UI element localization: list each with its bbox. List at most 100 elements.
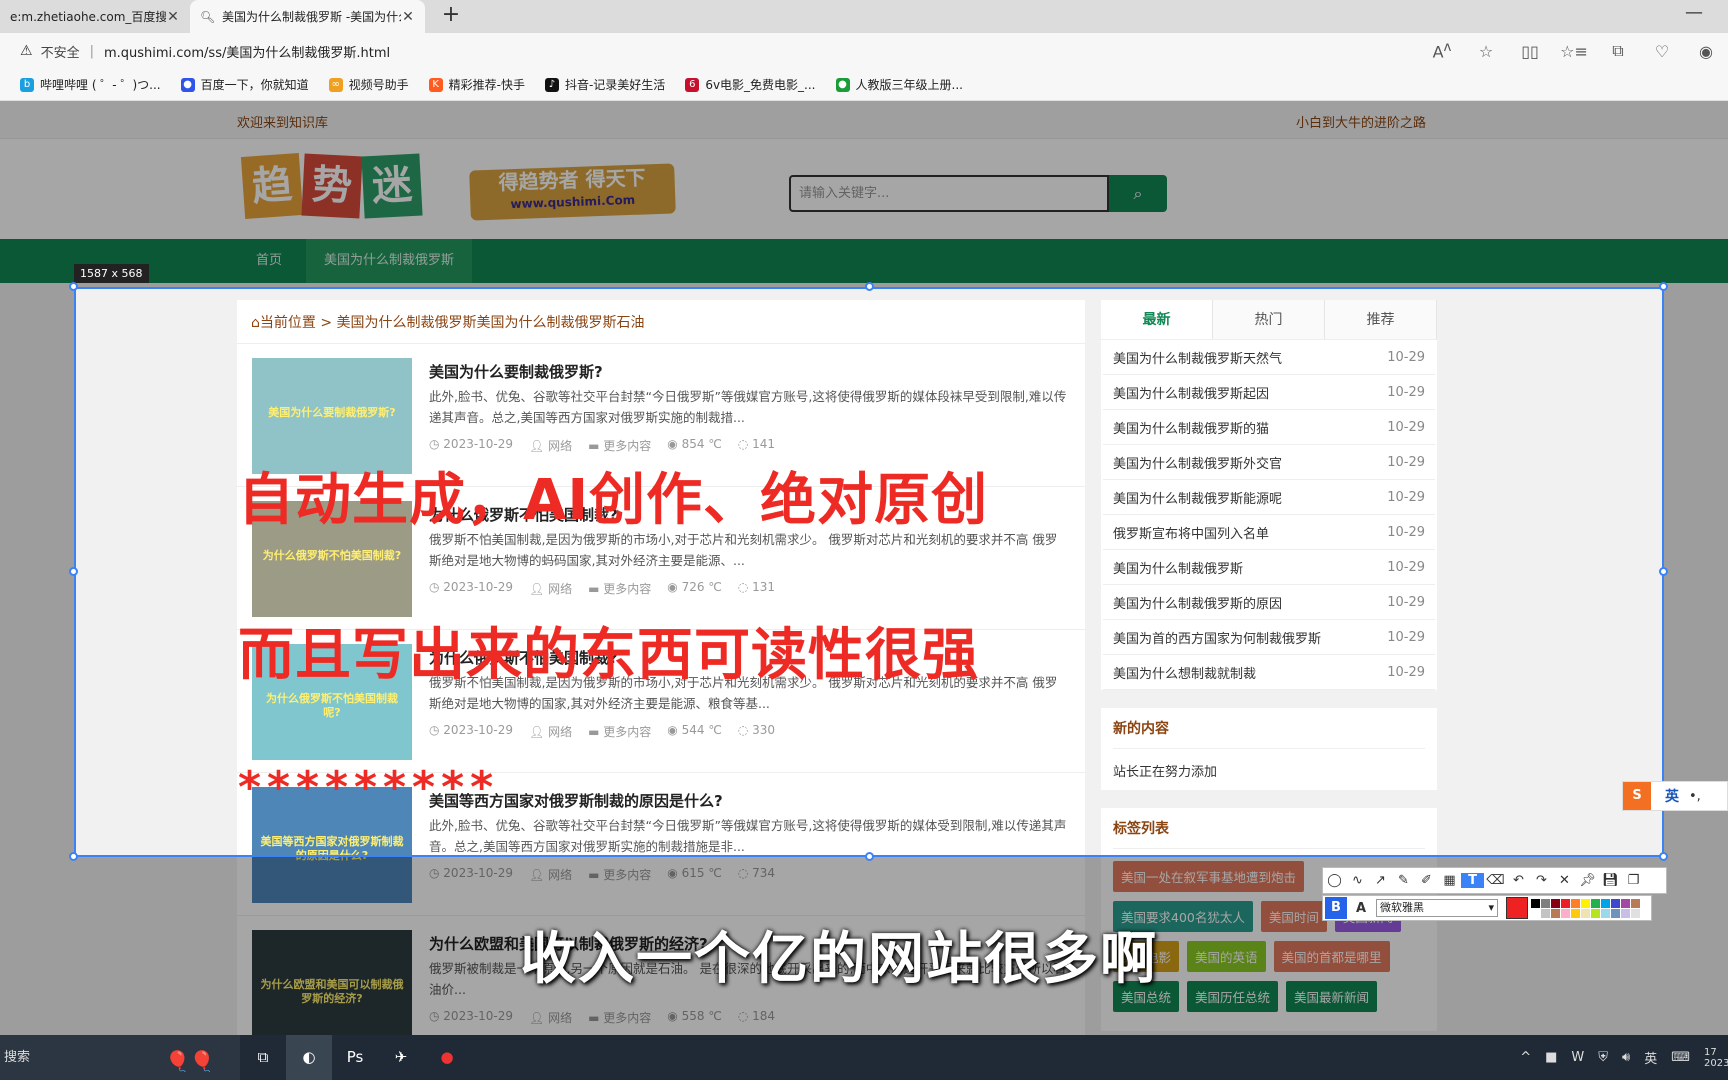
heart-icon[interactable]: ♡	[1640, 42, 1684, 61]
save-icon[interactable]: 💾︎	[1599, 873, 1622, 888]
search-button[interactable]: ⌕	[1109, 175, 1167, 212]
color-swatch[interactable]	[1621, 898, 1630, 908]
bookmark-kuaishou[interactable]: K 精彩推荐-快手	[428, 76, 525, 93]
tag[interactable]: 美国一处在叙军事基地遭到炮击	[1113, 861, 1305, 892]
font-style-button[interactable]: A	[1350, 901, 1372, 916]
copy-icon[interactable]: ❐	[1622, 873, 1645, 888]
highlighter-icon[interactable]: ✐	[1415, 873, 1438, 888]
mosaic-icon[interactable]: ▦	[1438, 873, 1461, 888]
bookmark-baidu[interactable]: ● 百度一下，你就知道	[180, 76, 309, 93]
resize-handle[interactable]	[69, 282, 78, 291]
arrow-tool-icon[interactable]: ↗	[1369, 873, 1392, 888]
resize-handle[interactable]	[1659, 567, 1668, 576]
tag[interactable]: 美国历任总统	[1187, 981, 1279, 1012]
resize-handle[interactable]	[1659, 282, 1668, 291]
color-swatch[interactable]	[1581, 908, 1590, 918]
text-tool-icon[interactable]: T	[1461, 873, 1484, 888]
resize-handle[interactable]	[865, 852, 874, 861]
feishu-icon[interactable]: ✈	[378, 1035, 424, 1080]
color-swatch[interactable]	[1611, 908, 1620, 918]
favorite-star-icon[interactable]: ☆	[1464, 42, 1508, 61]
photoshop-icon[interactable]: Ps	[332, 1035, 378, 1080]
site-logo[interactable]: 趋 势 迷	[240, 153, 423, 219]
warning-icon[interactable]: ⚠	[20, 43, 33, 59]
profile-icon[interactable]: ◉	[1684, 42, 1728, 61]
bookmark-bilibili[interactable]: b 哔哩哔哩 ( ゜- ゜)つ...	[20, 76, 161, 93]
redo-icon[interactable]: ↷	[1530, 873, 1553, 888]
shape-tool-icon[interactable]: ◯	[1323, 873, 1346, 888]
read-aloud-icon[interactable]: Aʌ	[1420, 40, 1464, 61]
minimize-icon[interactable]: —	[1685, 2, 1703, 23]
font-select[interactable]: 微软雅黑 ▾	[1376, 899, 1498, 917]
search-input[interactable]: 请输入关键字...	[789, 175, 1109, 212]
new-tab-button[interactable]: +	[438, 3, 464, 29]
current-color-swatch[interactable]	[1506, 897, 1528, 919]
volume-icon[interactable]: 🔊︎	[1622, 1050, 1630, 1065]
color-swatch[interactable]	[1531, 898, 1540, 908]
input-icon[interactable]: ⌨	[1671, 1050, 1690, 1065]
insecure-label[interactable]: 不安全	[41, 42, 80, 61]
tray-app-icon[interactable]: ■	[1545, 1050, 1557, 1065]
taskbar-search[interactable]: 搜索 🎈🎈	[0, 1035, 240, 1080]
clock[interactable]: 17 2023	[1704, 1047, 1728, 1069]
color-swatch[interactable]	[1551, 898, 1560, 908]
color-swatch[interactable]	[1571, 898, 1580, 908]
cancel-icon[interactable]: ✕	[1553, 873, 1576, 888]
browser-tab-active[interactable]: 🔍︎ 美国为什么制裁俄罗斯 -美国为什么制裁俄罗斯 ✕	[190, 0, 425, 33]
color-swatch[interactable]	[1541, 898, 1550, 908]
tag[interactable]: 美国的英语	[1187, 941, 1266, 972]
color-swatch[interactable]	[1601, 908, 1610, 918]
ime-language[interactable]: 英	[1665, 786, 1679, 806]
undo-icon[interactable]: ↶	[1507, 873, 1530, 888]
color-swatch[interactable]	[1591, 908, 1600, 918]
wps-icon[interactable]: W	[1571, 1050, 1584, 1065]
resize-handle[interactable]	[1659, 852, 1668, 861]
split-screen-icon[interactable]: ▯▯	[1508, 42, 1552, 61]
favorites-list-icon[interactable]: ☆≡	[1552, 42, 1596, 61]
resize-handle[interactable]	[865, 282, 874, 291]
color-swatch[interactable]	[1571, 908, 1580, 918]
punctuation-icon[interactable]: •,	[1689, 789, 1701, 804]
pen-tool-icon[interactable]: ✎	[1392, 873, 1415, 888]
bookmark-6v[interactable]: 6 6v电影_免费电影_...	[685, 76, 816, 93]
freehand-line-icon[interactable]: ∿	[1346, 873, 1369, 888]
close-tab-icon[interactable]: ✕	[166, 9, 180, 25]
browser-tab-baidu[interactable]: e:m.zhetiaohe.com_百度搜索 ✕	[0, 0, 190, 33]
tray-language[interactable]: 英	[1644, 1048, 1657, 1067]
url-field[interactable]: m.qushimi.com/ss/美国为什么制裁俄罗斯.html	[104, 42, 390, 61]
tag[interactable]: 美国最新新闻	[1286, 981, 1378, 1012]
bold-button[interactable]: B	[1325, 897, 1347, 919]
bookmark-douyin[interactable]: ♪ 抖音-记录美好生活	[544, 76, 665, 93]
color-swatch[interactable]	[1631, 908, 1640, 918]
article-category[interactable]: 更多内容	[603, 1011, 651, 1025]
color-swatch[interactable]	[1601, 898, 1610, 908]
bookmark-channels[interactable]: ∞ 视频号助手	[328, 76, 409, 93]
color-swatch[interactable]	[1541, 908, 1550, 918]
resize-handle[interactable]	[69, 852, 78, 861]
tag[interactable]: 美国的首都是哪里	[1273, 941, 1390, 972]
color-swatch[interactable]	[1631, 898, 1640, 908]
chevron-up-icon[interactable]: ^	[1520, 1050, 1531, 1065]
tag[interactable]: 美国时间	[1260, 901, 1327, 932]
task-view-icon[interactable]: ⧉	[240, 1035, 286, 1080]
color-swatch[interactable]	[1581, 898, 1590, 908]
article-category[interactable]: 更多内容	[603, 868, 651, 882]
nav-home[interactable]: 首页	[238, 239, 300, 283]
nav-current[interactable]: 美国为什么制裁俄罗斯	[306, 239, 473, 283]
color-swatch[interactable]	[1531, 908, 1540, 918]
ime-toolbar[interactable]: S 英 •,	[1622, 781, 1728, 811]
color-swatch[interactable]	[1551, 908, 1560, 918]
color-swatch[interactable]	[1611, 898, 1620, 908]
shield-icon[interactable]: ⛨	[1598, 1050, 1608, 1065]
bookmark-pep[interactable]: ● 人教版三年级上册...	[835, 76, 963, 93]
pin-icon[interactable]: 📌︎	[1576, 873, 1599, 888]
edge-icon[interactable]: ◐	[286, 1035, 332, 1080]
color-swatch[interactable]	[1591, 898, 1600, 908]
collections-icon[interactable]: ⧉	[1596, 41, 1640, 61]
close-tab-icon[interactable]: ✕	[401, 9, 415, 25]
color-swatch[interactable]	[1561, 898, 1570, 908]
eraser-icon[interactable]: ⌫	[1484, 873, 1507, 888]
article-thumbnail[interactable]: 为什么欧盟和美国可以制裁俄罗斯的经济?	[252, 930, 412, 1035]
color-swatch[interactable]	[1561, 908, 1570, 918]
recorder-icon[interactable]: ●	[424, 1035, 470, 1080]
